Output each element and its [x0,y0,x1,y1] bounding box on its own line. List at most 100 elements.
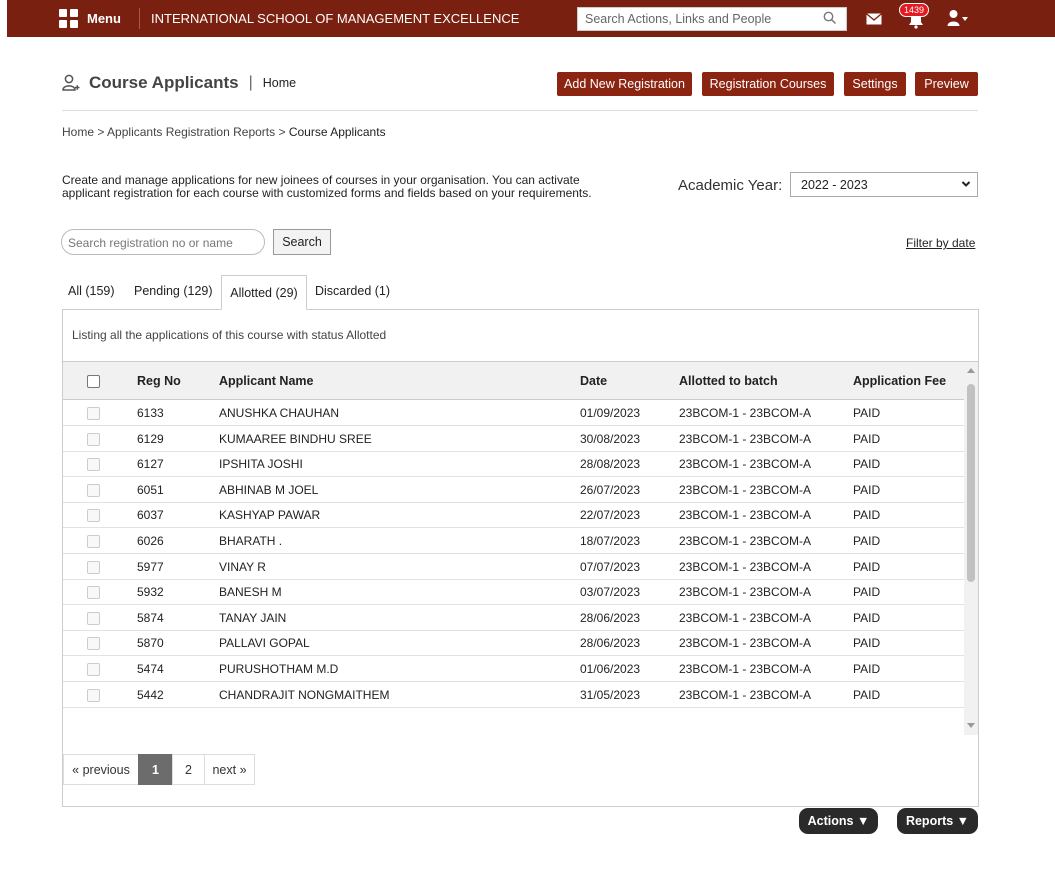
cell-reg-no: 5932 [137,585,164,600]
row-checkbox[interactable] [87,560,100,574]
table-row[interactable]: 6026 BHARATH . 18/07/2023 23BCOM-1 - 23BCOM… [63,528,964,554]
user-icon[interactable] [947,9,960,27]
cell-applicant-name[interactable]: CHANDRAJIT NONGMAITHEM [219,688,389,702]
user-menu-caret-icon[interactable] [962,17,968,21]
search-button[interactable]: Search [273,229,331,255]
academic-year-value: 2022 - 2023 [801,178,868,192]
table-row[interactable]: 5474 PURUSHOTHAM M.D 01/06/2023 23BCOM-1 - … [63,656,964,682]
cell-date: 18/07/2023 [580,534,641,548]
breadcrumb-sep: > [278,125,286,139]
global-search-placeholder: Search Actions, Links and People [585,12,772,26]
cell-applicant-name[interactable]: KASHYAP PAWAR [219,508,320,522]
row-checkbox[interactable] [87,483,100,497]
table-row[interactable]: 5932 BANESH M 03/07/2023 23BCOM-1 - 23BCOM-… [63,579,964,606]
cell-reg-no: 5977 [137,559,164,574]
breadcrumb-sep: > [97,125,105,139]
preview-button[interactable]: Preview [915,72,978,96]
school-name[interactable]: INTERNATIONAL SCHOOL OF MANAGEMENT EXCEL… [151,0,519,37]
cell-allotted-batch: 23BCOM-1 - 23BCOM-A [679,559,812,574]
cell-applicant-name[interactable]: BHARATH . [219,534,282,548]
cell-applicant-name[interactable]: KUMAAREE BINDHU SREE [219,432,372,446]
scroll-down-icon[interactable] [967,723,975,728]
table-row[interactable]: 6129 KUMAAREE BINDHU SREE 30/08/2023 23BCOM… [63,426,964,452]
applications-table: Reg No Applicant Name Date Allotted to b… [63,361,978,735]
registration-search-input[interactable]: Search registration no or name [61,229,265,255]
cell-applicant-name[interactable]: TANAY JAIN [219,611,286,625]
cell-applicant-name[interactable]: PURUSHOTHAM M.D [219,662,338,676]
notification-badge[interactable]: 1439 [899,3,930,17]
cell-allotted-batch: 23BCOM-1 - 23BCOM-A [679,508,812,523]
cell-application-fee: PAID [853,482,881,497]
table-scrollbar[interactable] [964,362,978,735]
page-subtitle[interactable]: Home [263,76,296,90]
menu-label: Menu [87,11,121,26]
cell-allotted-batch: 23BCOM-1 - 23BCOM-A [679,585,812,600]
row-checkbox[interactable] [87,586,100,600]
settings-button[interactable]: Settings [844,72,906,96]
add-new-registration-button[interactable]: Add New Registration [557,72,692,96]
table-row[interactable]: 5977 VINAY R 07/07/2023 23BCOM-1 - 23BCOM-A… [63,554,964,580]
column-header-date[interactable]: Date [580,374,607,388]
scroll-thumb[interactable] [967,384,975,582]
cell-date: 28/08/2023 [580,457,641,472]
table-row[interactable]: 6127 IPSHITA JOSHI 28/08/2023 23BCOM-1 - 23… [63,451,964,478]
table-row[interactable]: 6133 ANUSHKA CHAUHAN 01/09/2023 23BCOM-1 - … [63,400,964,426]
table-row[interactable]: 5874 TANAY JAIN 28/06/2023 23BCOM-1 - 23BCO… [63,605,964,631]
table-row[interactable]: 5442 CHANDRAJIT NONGMAITHEM 31/05/2023 23BC… [63,682,964,708]
cell-applicant-name[interactable]: VINAY R [219,560,266,574]
breadcrumb-home[interactable]: Home [62,125,94,139]
row-checkbox[interactable] [87,432,100,446]
scroll-up-icon[interactable] [967,368,975,373]
search-icon[interactable] [823,11,837,25]
cell-applicant-name[interactable]: BANESH M [219,585,282,599]
table-row[interactable]: 6051 ABHINAB M JOEL 26/07/2023 23BCOM-1 - 2… [63,477,964,503]
actions-button[interactable]: Actions ▼ [799,808,878,834]
row-checkbox[interactable] [87,458,100,472]
select-all-checkbox[interactable] [87,375,100,388]
page-1-button[interactable]: 1 [138,754,173,785]
column-header-applicant-name[interactable]: Applicant Name [219,374,313,388]
next-page-button[interactable]: next » [204,754,255,785]
menu-button[interactable]: Menu [59,0,121,37]
column-header-application-fee[interactable]: Application Fee [853,374,946,388]
cell-reg-no: 5870 [137,636,164,651]
cell-date: 03/07/2023 [580,585,641,600]
academic-year-select[interactable]: 2022 - 2023 [790,172,978,197]
registration-courses-button[interactable]: Registration Courses [702,72,834,96]
listing-note: Listing all the applications of this cou… [72,328,387,342]
cell-applicant-name[interactable]: ABHINAB M JOEL [219,483,318,497]
column-header-allotted-batch[interactable]: Allotted to batch [679,374,778,388]
row-checkbox[interactable] [87,663,100,676]
cell-applicant-name[interactable]: IPSHITA JOSHI [219,457,303,471]
row-checkbox[interactable] [87,509,100,523]
row-checkbox[interactable] [87,688,100,702]
row-checkbox[interactable] [87,611,100,625]
row-checkbox[interactable] [87,407,100,420]
breadcrumb-reports[interactable]: Applicants Registration Reports [107,125,275,139]
page-2-button[interactable]: 2 [172,754,205,785]
cell-applicant-name[interactable]: ANUSHKA CHAUHAN [219,406,339,420]
filter-by-date-link[interactable]: Filter by date [906,236,975,250]
row-checkbox[interactable] [87,535,100,548]
cell-reg-no: 6051 [137,482,164,497]
tab-discarded[interactable]: Discarded (1) [315,284,390,298]
column-header-reg-no[interactable]: Reg No [137,374,181,388]
mail-icon[interactable] [866,13,882,25]
tab-all[interactable]: All (159) [68,284,115,298]
page-title-text: Course Applicants [89,73,239,92]
reports-button[interactable]: Reports ▼ [897,808,978,834]
tab-allotted[interactable]: Allotted (29) [221,275,307,310]
tab-pending[interactable]: Pending (129) [134,284,213,298]
previous-page-button[interactable]: « previous [63,754,139,785]
cell-date: 30/08/2023 [580,431,641,446]
cell-application-fee: PAID [853,687,881,702]
cell-allotted-batch: 23BCOM-1 - 23BCOM-A [679,431,812,446]
table-row[interactable]: 6037 KASHYAP PAWAR 22/07/2023 23BCOM-1 - 23… [63,502,964,529]
cell-date: 31/05/2023 [580,687,641,702]
cell-application-fee: PAID [853,534,881,548]
global-search-input[interactable]: Search Actions, Links and People [577,7,847,31]
table-row[interactable]: 5870 PALLAVI GOPAL 28/06/2023 23BCOM-1 - 23… [63,630,964,657]
row-checkbox[interactable] [87,637,100,651]
cell-applicant-name[interactable]: PALLAVI GOPAL [219,636,310,650]
pagination: « previous 1 2 next » [63,754,255,785]
